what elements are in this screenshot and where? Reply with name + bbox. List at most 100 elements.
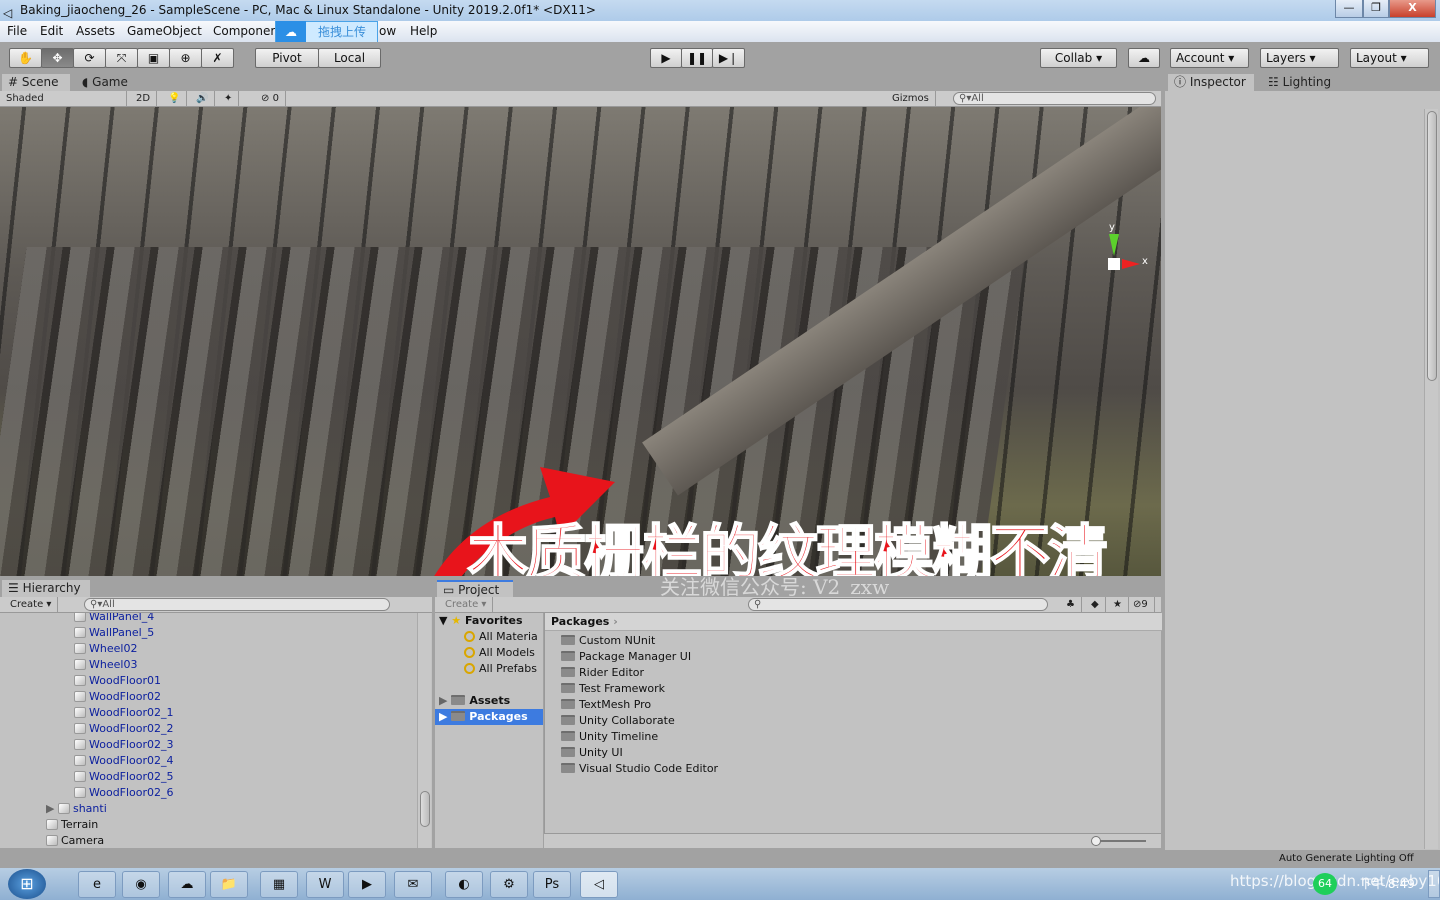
start-button[interactable]: ⊞	[8, 869, 46, 899]
menu-help[interactable]: Help	[410, 21, 437, 42]
taskbar-app[interactable]: ◁	[580, 871, 618, 898]
tab-game[interactable]: ◖ Game	[76, 74, 146, 91]
tab-inspector[interactable]: ⓘ Inspector	[1168, 74, 1254, 91]
inspector-scrollbar[interactable]	[1424, 109, 1438, 849]
upload-overlay[interactable]: ☁ 拖拽上传	[275, 21, 378, 44]
hierarchy-item[interactable]: WoodFloor02_2	[74, 721, 174, 737]
taskbar-app[interactable]: ▶	[348, 871, 386, 898]
favorite-all-materials[interactable]: All Materia	[464, 629, 538, 645]
tab-project[interactable]: ▭ Project	[437, 580, 513, 597]
effects-toggle[interactable]: ✦	[218, 91, 240, 106]
hierarchy-scrollbar[interactable]	[417, 613, 431, 848]
icon-size-slider-thumb[interactable]	[1091, 836, 1101, 846]
hidden-packages-toggle[interactable]: ⊘9	[1127, 597, 1155, 612]
project-create-button[interactable]: Create ▾	[439, 597, 494, 612]
package-item[interactable]: Unity Timeline	[561, 729, 658, 745]
packages-folder[interactable]: ▶ Packages	[435, 709, 543, 725]
taskbar-app[interactable]: ⚙	[490, 871, 528, 898]
icon-size-slider-track[interactable]	[1094, 840, 1146, 842]
package-item[interactable]: TextMesh Pro	[561, 697, 651, 713]
move-tool-button[interactable]: ✥	[41, 48, 74, 68]
hierarchy-item[interactable]: WallPanel_5	[74, 625, 154, 641]
taskbar-app[interactable]: ◐	[445, 871, 483, 898]
hierarchy-item[interactable]: WoodFloor02_5	[74, 769, 174, 785]
hierarchy-item[interactable]: WoodFloor02_4	[74, 753, 174, 769]
lighting-status[interactable]: Auto Generate Lighting Off	[1279, 850, 1414, 868]
scale-tool-button[interactable]: ⤧	[105, 48, 138, 68]
package-item[interactable]: Test Framework	[561, 681, 665, 697]
favorites-item[interactable]: ▼ ★ Favorites	[439, 613, 523, 629]
hierarchy-create-button[interactable]: Create ▾	[4, 597, 59, 612]
tab-scene[interactable]: # Scene	[2, 74, 70, 91]
taskbar-app[interactable]: Ps	[533, 871, 571, 898]
hierarchy-item[interactable]: WoodFloor02	[74, 689, 161, 705]
taskbar-app[interactable]: ◉	[122, 871, 160, 898]
package-item[interactable]: Package Manager UI	[561, 649, 691, 665]
hierarchy-item[interactable]: WallPanel_4	[74, 613, 154, 625]
clock[interactable]: 下午 8:49	[1360, 875, 1415, 892]
assets-folder[interactable]: ▶ Assets	[439, 693, 510, 709]
cloud-button[interactable]: ☁	[1128, 48, 1160, 68]
taskbar-app[interactable]: ☁	[168, 871, 206, 898]
orientation-gizmo[interactable]: y x	[1085, 222, 1150, 302]
taskbar-app[interactable]: ✉	[394, 871, 432, 898]
hierarchy-item[interactable]: Wheel02	[74, 641, 137, 657]
breadcrumb-packages[interactable]: Packages	[551, 615, 609, 628]
step-button[interactable]: ▶❘	[712, 48, 745, 68]
account-dropdown[interactable]: Account ▾	[1170, 48, 1249, 68]
hierarchy-item[interactable]: Camera	[46, 833, 104, 848]
transform-tool-button[interactable]: ⊕	[169, 48, 202, 68]
scroll-thumb[interactable]	[420, 791, 430, 827]
rotate-tool-button[interactable]: ⟳	[73, 48, 106, 68]
package-item[interactable]: Visual Studio Code Editor	[561, 761, 718, 777]
package-item[interactable]: Custom NUnit	[561, 633, 655, 649]
pivot-button[interactable]: Pivot	[255, 48, 319, 68]
tab-hierarchy[interactable]: ☰ Hierarchy	[2, 580, 90, 597]
lighting-toggle[interactable]: 💡	[162, 91, 188, 106]
favorite-all-models[interactable]: All Models	[464, 645, 535, 661]
hierarchy-item[interactable]: ▶ shanti	[46, 801, 107, 817]
custom-tool-button[interactable]: ✗	[201, 48, 234, 68]
tab-lighting[interactable]: ☷ Lighting	[1262, 74, 1342, 91]
close-button[interactable]: X	[1389, 0, 1436, 18]
play-button[interactable]: ▶	[650, 48, 682, 68]
project-search-input[interactable]: ⚲	[748, 598, 1048, 611]
taskbar-app[interactable]: ▦	[260, 871, 298, 898]
layers-dropdown[interactable]: Layers ▾	[1260, 48, 1339, 68]
package-item[interactable]: Unity Collaborate	[561, 713, 675, 729]
scroll-thumb[interactable]	[1427, 111, 1437, 381]
menu-assets[interactable]: Assets	[76, 21, 115, 42]
rect-tool-button[interactable]: ▣	[137, 48, 170, 68]
menu-edit[interactable]: Edit	[40, 21, 63, 42]
scene-view[interactable]: 木质栅栏的纹理模糊不清 y x	[0, 107, 1161, 576]
menu-gameobject[interactable]: GameObject	[127, 21, 202, 42]
scene-search-input[interactable]: ⚲▾All	[953, 92, 1156, 105]
package-item[interactable]: Rider Editor	[561, 665, 644, 681]
shading-dropdown[interactable]: Shaded	[0, 91, 127, 106]
show-desktop-button[interactable]	[1428, 870, 1440, 898]
layout-dropdown[interactable]: Layout ▾	[1350, 48, 1429, 68]
collab-button[interactable]: Collab ▾	[1040, 48, 1117, 68]
minimize-button[interactable]: —	[1335, 0, 1363, 18]
audio-toggle[interactable]: 🔊	[190, 91, 216, 106]
restore-button[interactable]: ❐	[1363, 0, 1389, 18]
filter-label-button[interactable]: ◆	[1085, 597, 1106, 612]
gizmos-dropdown[interactable]: Gizmos	[886, 91, 936, 106]
hierarchy-item[interactable]: WoodFloor01	[74, 673, 161, 689]
favorite-button[interactable]: ★	[1107, 597, 1129, 612]
hierarchy-item[interactable]: WoodFloor02_6	[74, 785, 174, 801]
menu-component[interactable]: Componer	[213, 21, 275, 42]
gizmo-center[interactable]	[1108, 258, 1120, 270]
taskbar-app[interactable]: W	[306, 871, 344, 898]
hidden-objects-toggle[interactable]: ⊘ 0	[255, 91, 286, 106]
local-button[interactable]: Local	[318, 48, 381, 68]
favorite-all-prefabs[interactable]: All Prefabs	[464, 661, 537, 677]
hierarchy-item[interactable]: Wheel03	[74, 657, 137, 673]
taskbar-app[interactable]: e	[78, 871, 116, 898]
filter-type-button[interactable]: ♣	[1060, 597, 1082, 612]
hierarchy-item[interactable]: WoodFloor02_3	[74, 737, 174, 753]
hierarchy-item[interactable]: Terrain	[46, 817, 98, 833]
tray-badge[interactable]: 64	[1313, 873, 1337, 895]
hierarchy-item[interactable]: WoodFloor02_1	[74, 705, 174, 721]
hierarchy-search-input[interactable]: ⚲▾All	[84, 598, 390, 611]
